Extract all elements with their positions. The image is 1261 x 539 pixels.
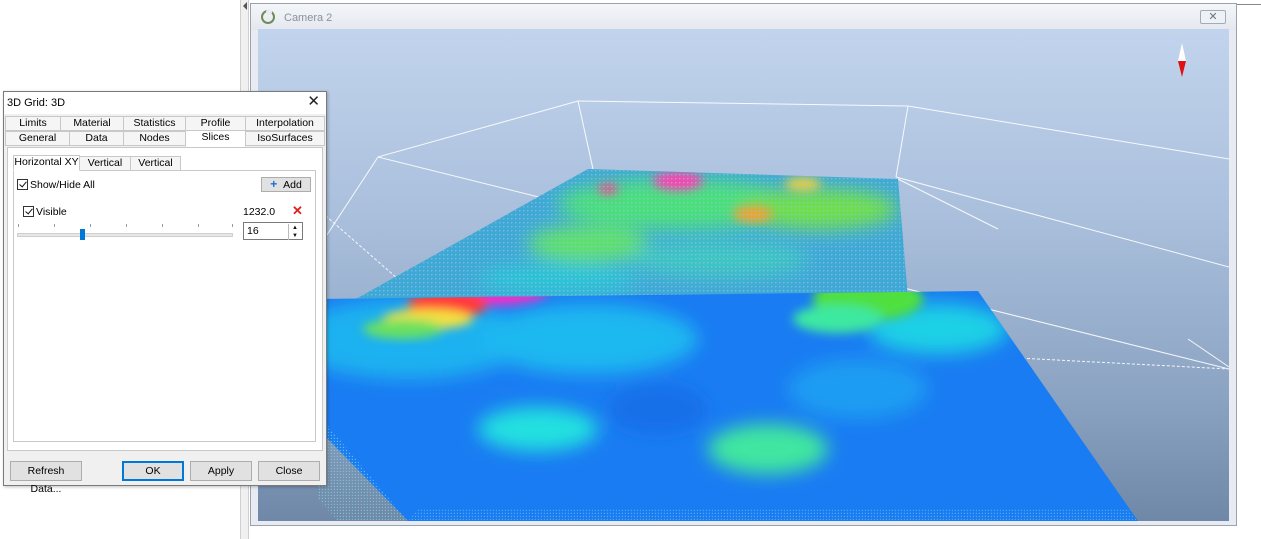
subtab-vertical-zx[interactable]: Vertical ZX xyxy=(79,156,131,182)
horizontal-slice xyxy=(318,291,1138,521)
subtab-horizontal-xy[interactable]: Horizontal XY xyxy=(13,155,80,171)
tab-data[interactable]: Data xyxy=(69,131,124,146)
refresh-data-button[interactable]: Refresh Data... xyxy=(10,461,82,495)
show-hide-all-checkbox[interactable] xyxy=(17,179,28,190)
slice-index-value: 16 xyxy=(247,225,259,237)
slice-index-spinner[interactable]: 16 ▲ ▼ xyxy=(243,222,303,240)
add-slice-button[interactable]: + Add xyxy=(261,177,311,192)
spin-up-icon[interactable]: ▲ xyxy=(289,224,301,232)
show-hide-all-label: Show/Hide All xyxy=(30,179,95,191)
camera-window: Camera 2 ✕ xyxy=(250,3,1237,526)
slice-visible-label: Visible xyxy=(36,206,67,218)
apply-button[interactable]: Apply xyxy=(190,461,252,481)
3d-viewport[interactable] xyxy=(258,29,1229,521)
dialog-close-icon[interactable]: ✕ xyxy=(307,94,320,110)
3d-scene xyxy=(297,43,1229,521)
slices-panel: Horizontal XY Vertical ZX Vertical ZY Sh… xyxy=(7,147,323,451)
tab-general[interactable]: General xyxy=(5,131,70,146)
slider-tick xyxy=(162,224,163,227)
subtab-vertical-zy[interactable]: Vertical ZY xyxy=(130,156,181,182)
dialog-title: 3D Grid: 3D xyxy=(7,97,66,109)
slider-tick xyxy=(54,224,55,227)
slider-tick xyxy=(18,224,19,227)
slider-tick xyxy=(126,224,127,227)
tab-statistics[interactable]: Statistics xyxy=(123,116,186,131)
slider-tick xyxy=(90,224,91,227)
north-arrow-icon xyxy=(1178,43,1186,77)
camera-titlebar[interactable]: Camera 2 ✕ xyxy=(251,4,1236,30)
ok-button[interactable]: OK xyxy=(122,461,184,481)
collapse-arrow-icon[interactable] xyxy=(243,2,247,10)
plus-icon: + xyxy=(270,177,278,191)
tab-slices[interactable]: Slices xyxy=(185,130,246,147)
slider-tick xyxy=(232,224,233,227)
grid-properties-dialog: 3D Grid: 3D ✕ Limits Material Statistics… xyxy=(3,91,327,495)
slice-slider-thumb[interactable] xyxy=(79,229,85,240)
slice-visible-checkbox[interactable] xyxy=(23,206,34,217)
add-label: Add xyxy=(283,179,302,191)
slice-elevation: 1232.0 xyxy=(243,206,276,218)
spin-down-icon[interactable]: ▼ xyxy=(289,232,301,240)
tab-interpolation[interactable]: Interpolation xyxy=(245,116,325,131)
tab-isosurfaces[interactable]: IsoSurfaces xyxy=(245,131,325,146)
camera-close-button[interactable]: ✕ xyxy=(1200,10,1226,24)
tab-material[interactable]: Material xyxy=(60,116,124,131)
delete-x-icon[interactable]: ✕ xyxy=(292,203,303,219)
slice-slider-track[interactable] xyxy=(17,233,233,237)
divider xyxy=(1237,4,1261,5)
slider-tick xyxy=(198,224,199,227)
camera-title: Camera 2 xyxy=(284,12,333,24)
dialog-titlebar[interactable]: 3D Grid: 3D ✕ xyxy=(4,92,326,114)
tab-limits[interactable]: Limits xyxy=(5,116,61,131)
close-button[interactable]: Close xyxy=(258,461,320,481)
camera-logo-icon xyxy=(261,9,275,24)
spinner-buttons[interactable]: ▲ ▼ xyxy=(288,224,301,240)
horizontal-slices-list: Show/Hide All + Add Visible 1232.0 ✕ 16 … xyxy=(13,170,316,442)
tab-profile[interactable]: Profile xyxy=(185,116,246,131)
dialog-tabs: Limits Material Statistics Profile Inter… xyxy=(4,116,326,147)
tab-nodes[interactable]: Nodes xyxy=(123,131,186,146)
